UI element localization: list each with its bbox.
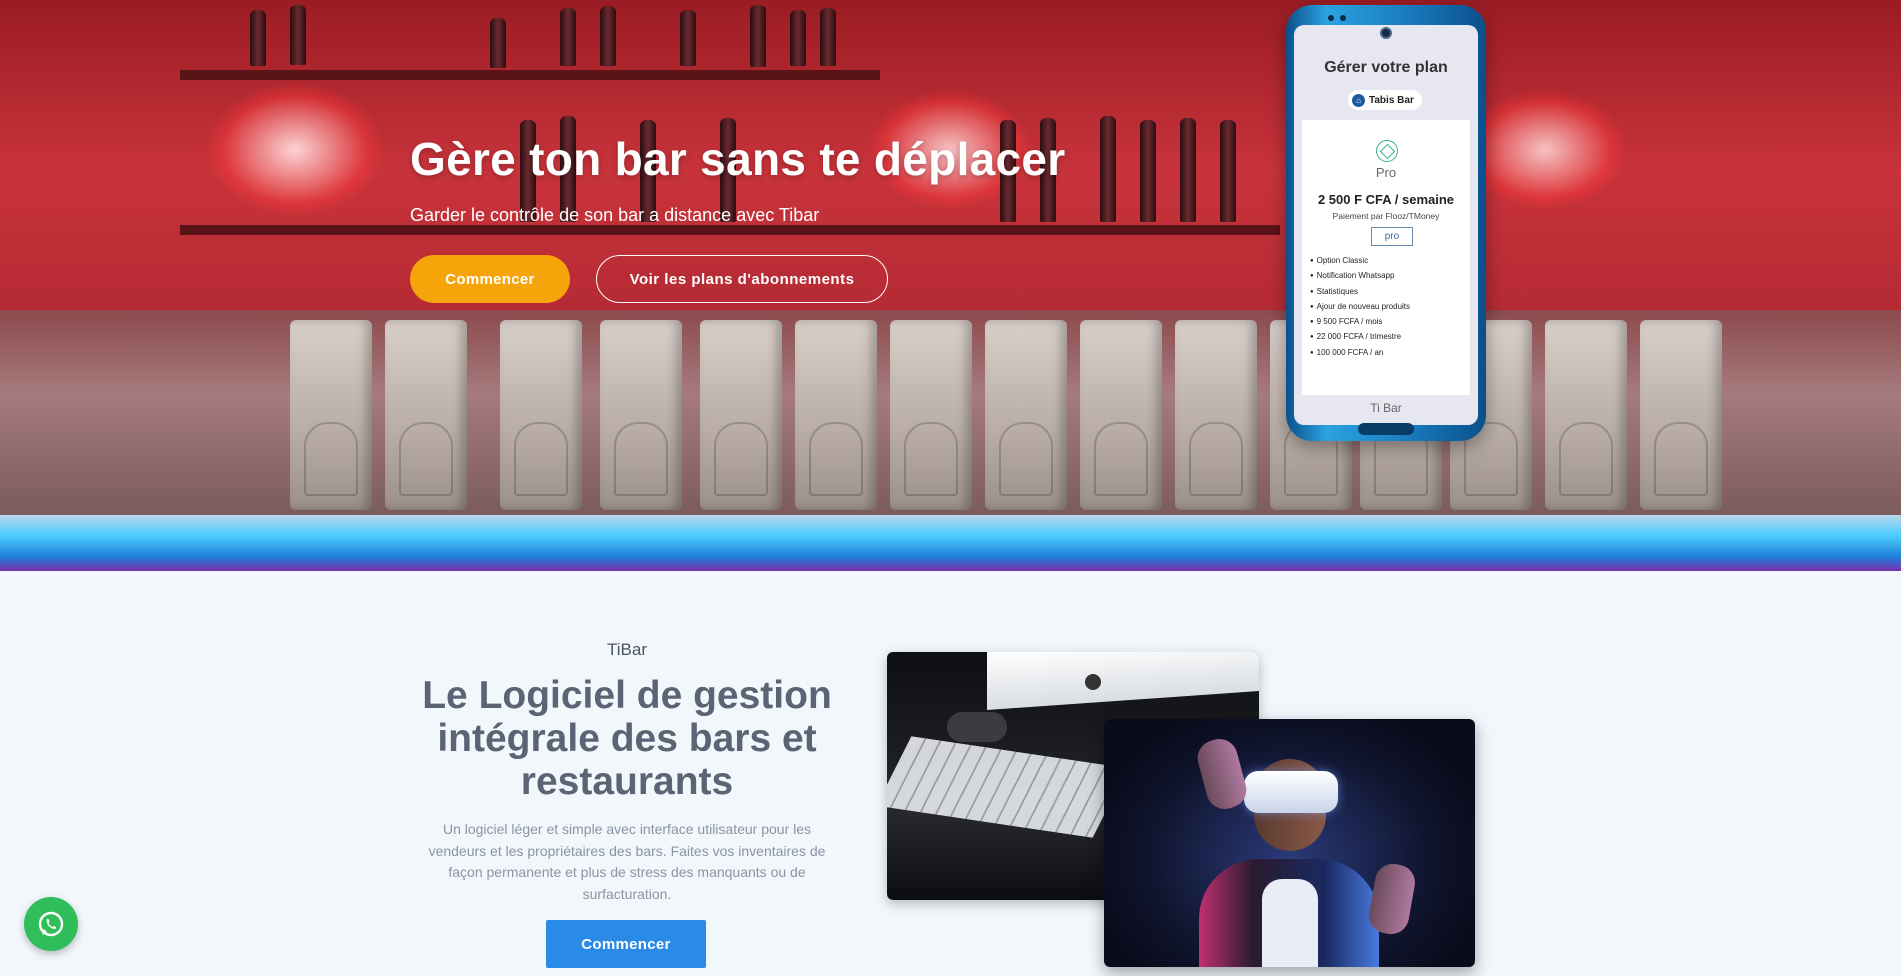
bar-box	[1080, 320, 1162, 510]
plan-title: Gérer votre plan	[1324, 59, 1448, 76]
bar-box	[600, 320, 682, 510]
payment-method: Paiement par Flooz/TMoney	[1332, 211, 1440, 221]
feature-item: 9 500 FCFA / mois	[1310, 314, 1410, 329]
bar-box	[1175, 320, 1257, 510]
bar-name: Tabis Bar	[1369, 94, 1414, 106]
feature-item: Option Classic	[1310, 253, 1410, 268]
bar-box	[290, 320, 372, 510]
led-strip	[0, 515, 1901, 571]
feature-item: Notification Whatsapp	[1310, 268, 1410, 283]
feature-item: 100 000 FCFA / an	[1310, 345, 1410, 360]
monitor	[987, 652, 1259, 710]
bottle	[820, 8, 836, 66]
bar-box	[890, 320, 972, 510]
hero-subtitle: Garder le contrôle de son bar a distance…	[410, 205, 820, 225]
bottle	[680, 10, 696, 66]
bar-box	[985, 320, 1067, 510]
bottle	[1220, 120, 1236, 222]
home-button	[1358, 423, 1414, 435]
bottle	[560, 8, 576, 66]
plan-card: Pro 2 500 F CFA / semaine Paiement par F…	[1302, 120, 1470, 395]
bottle	[490, 18, 506, 68]
feature-item: Ajour de nouveau produits	[1310, 299, 1410, 314]
bank-icon: ⌂	[1352, 93, 1365, 107]
vr-photo	[1104, 719, 1475, 967]
start-button[interactable]: Commencer	[410, 255, 570, 303]
section-heading: Le Logiciel de gestion intégrale des bar…	[422, 674, 832, 803]
shelf	[180, 225, 1280, 235]
pro-button[interactable]: pro	[1371, 227, 1413, 246]
camera-icon	[1380, 27, 1392, 39]
start-button-secondary[interactable]: Commencer	[546, 920, 706, 968]
phone-footer: Ti Bar	[1370, 401, 1402, 415]
bottle	[750, 5, 766, 67]
phone-mockup: Gérer votre plan ⌂ Tabis Bar Pro 2 500 F…	[1286, 5, 1486, 441]
hero-title: Gère ton bar sans te déplacer	[410, 133, 1066, 185]
shelf	[180, 70, 880, 80]
diamond-icon	[1376, 140, 1398, 162]
feature-item: 22 000 FCFA / trimestre	[1310, 329, 1410, 344]
bottle	[250, 10, 266, 66]
plan-price: 2 500 F CFA / semaine	[1317, 192, 1455, 207]
feature-item: Statistiques	[1310, 284, 1410, 299]
vr-headset	[1244, 771, 1338, 813]
bottle	[1180, 118, 1196, 222]
bottle	[1140, 120, 1156, 222]
bar-box	[385, 320, 467, 510]
section-description: Un logiciel léger et simple avec interfa…	[428, 821, 826, 902]
bottle	[290, 5, 306, 65]
person-hand	[1193, 735, 1251, 813]
apple-logo-icon	[1085, 674, 1101, 690]
bar-box	[500, 320, 582, 510]
person-hand	[1366, 861, 1418, 937]
feature-list: Option Classic Notification Whatsapp Sta…	[1310, 253, 1410, 360]
phone-screen: Gérer votre plan ⌂ Tabis Bar Pro 2 500 F…	[1294, 25, 1478, 425]
bar-box	[1545, 320, 1627, 510]
phone-sensor	[1328, 15, 1334, 21]
bar-box	[1640, 320, 1722, 510]
bar-box	[700, 320, 782, 510]
view-plans-button[interactable]: Voir les plans d'abonnements	[596, 255, 888, 303]
whatsapp-button[interactable]	[24, 897, 78, 951]
plan-name: Pro	[1375, 165, 1397, 180]
bar-chip[interactable]: ⌂ Tabis Bar	[1348, 90, 1422, 110]
bottle	[1100, 116, 1116, 222]
bar-box	[795, 320, 877, 510]
mouse	[947, 712, 1007, 742]
bottle	[600, 6, 616, 66]
phone-sensor	[1340, 15, 1346, 21]
hero-section: Gère ton bar sans te déplacer Garder le …	[0, 0, 1901, 571]
keyboard	[887, 736, 1128, 838]
whatsapp-icon	[38, 911, 64, 937]
bottle	[790, 10, 806, 66]
person-shirt	[1262, 879, 1318, 967]
